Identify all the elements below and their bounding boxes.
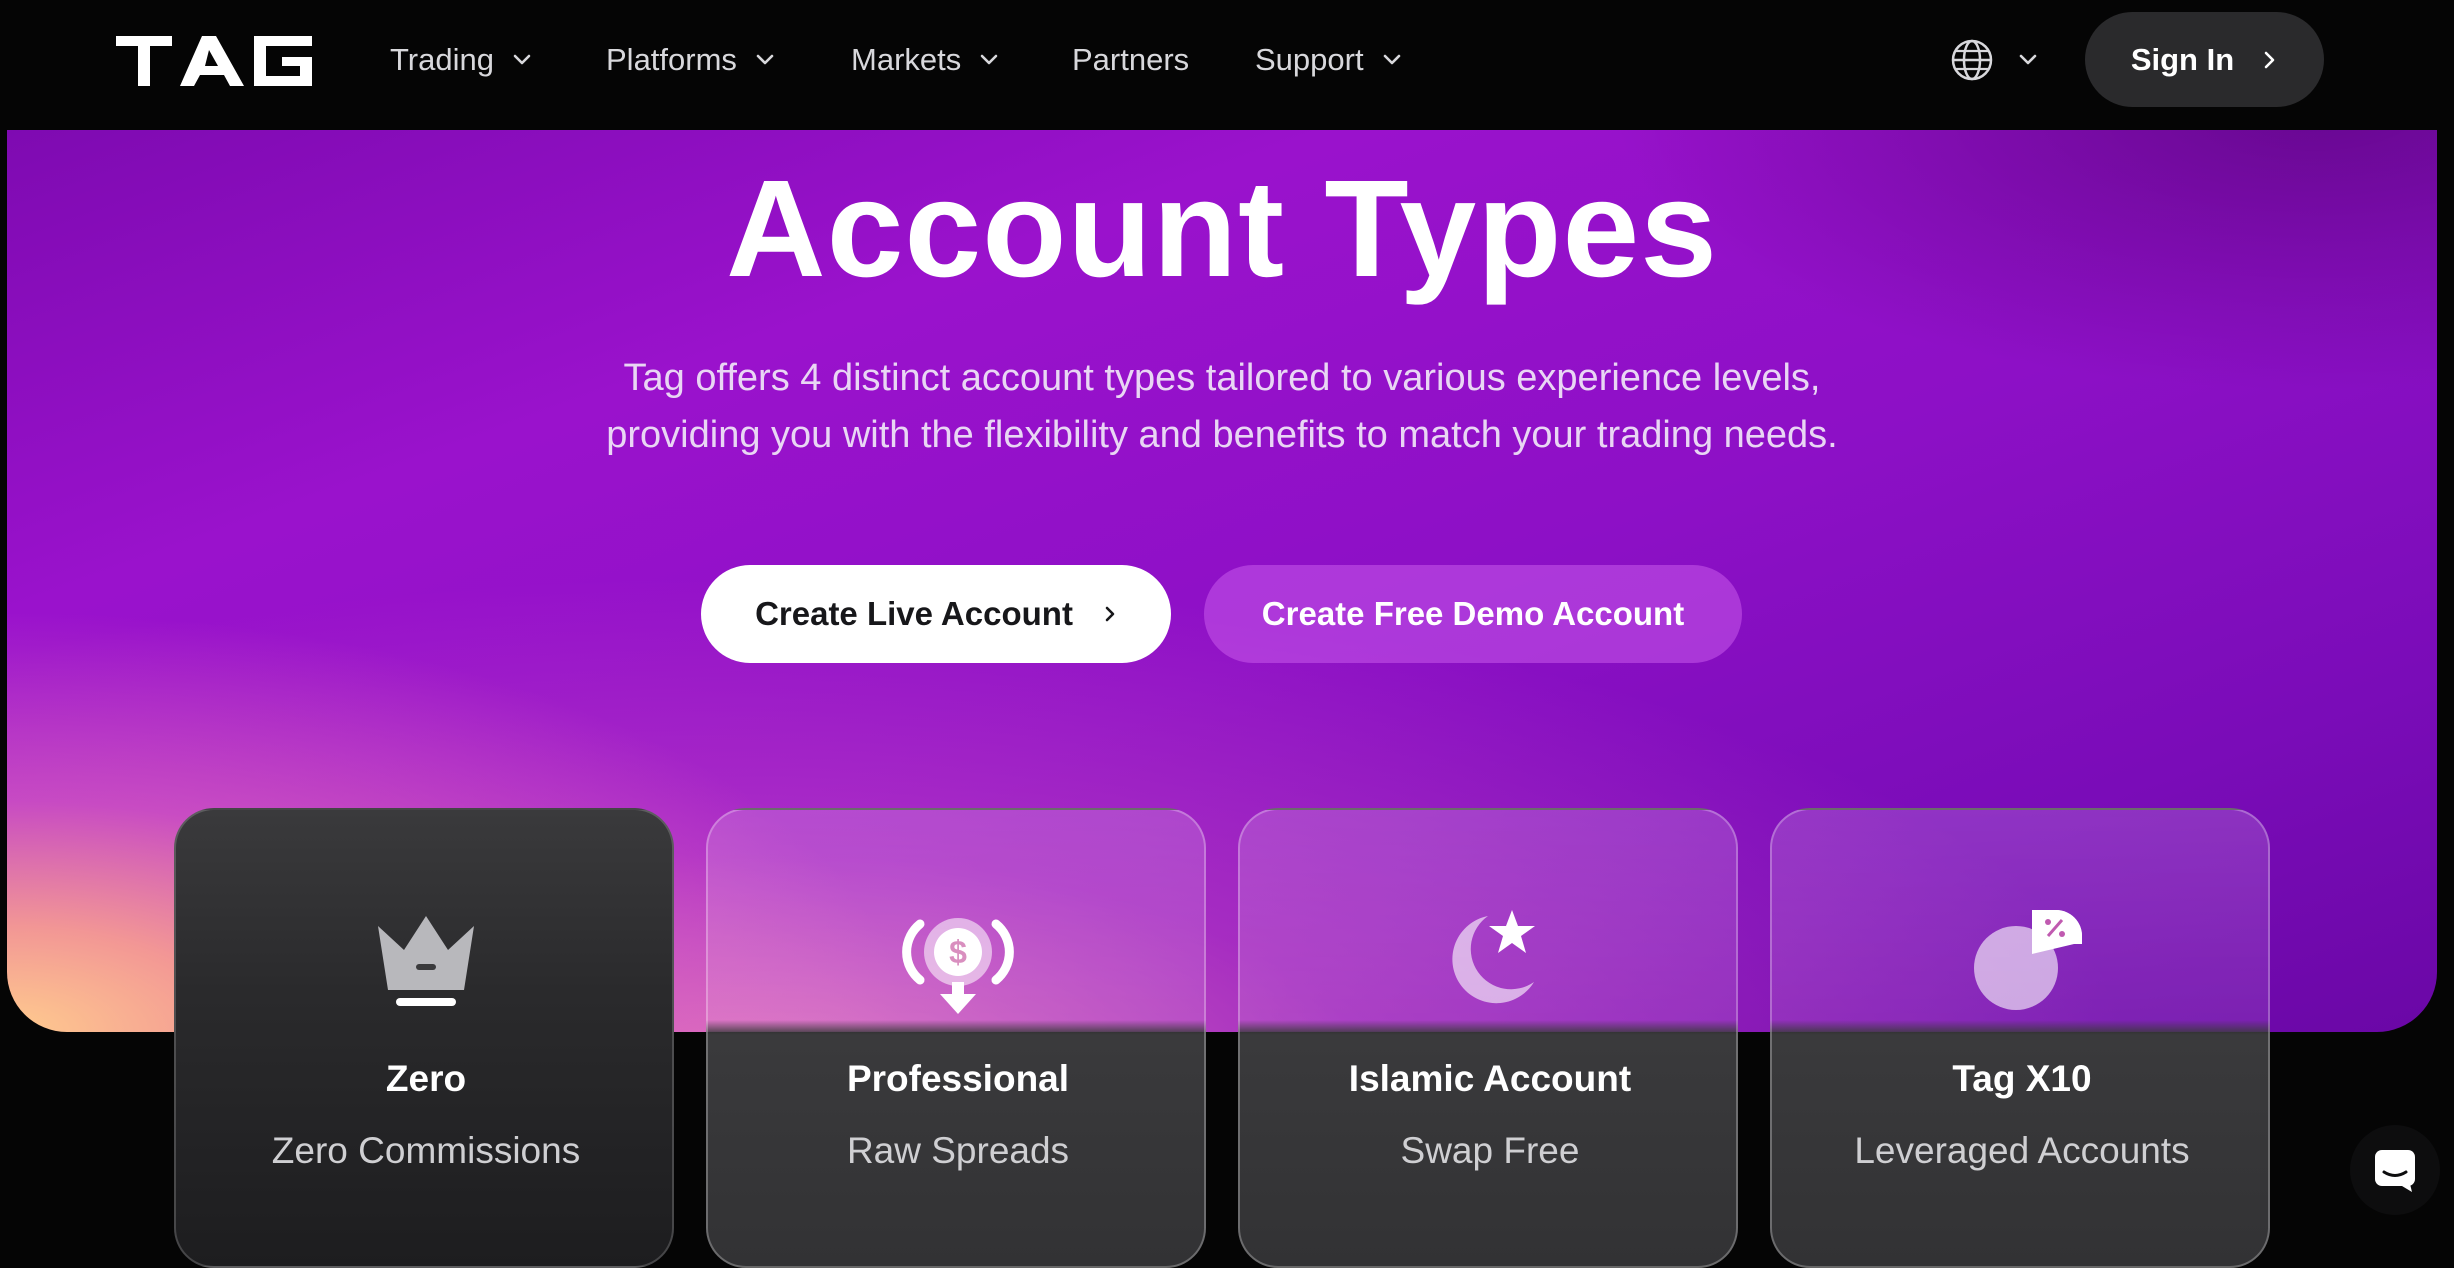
svg-text:$: $ xyxy=(949,934,967,970)
create-demo-account-button[interactable]: Create Free Demo Account xyxy=(1204,565,1742,663)
account-card-desc: Zero Commissions xyxy=(271,1130,581,1171)
nav-support[interactable]: Support xyxy=(1255,38,1402,82)
nav-platforms[interactable]: Platforms xyxy=(606,38,775,82)
crown-icon xyxy=(378,916,474,1006)
create-demo-account-label: Create Free Demo Account xyxy=(1261,595,1685,632)
top-navbar: Trading Platforms Markets Partners Suppo… xyxy=(0,0,2454,130)
chevron-down-icon xyxy=(2019,54,2037,65)
account-card-desc: Raw Spreads xyxy=(846,1130,1070,1171)
hero-subtitle: Tag offers 4 distinct account types tail… xyxy=(606,357,1838,456)
nav-trading[interactable]: Trading xyxy=(390,38,532,82)
chat-launcher-button[interactable] xyxy=(2350,1125,2440,1215)
account-card-zero[interactable]: Zero Zero Commissions xyxy=(174,808,674,1268)
account-card-desc: Swap Free xyxy=(1400,1130,1580,1171)
nav-markets[interactable]: Markets xyxy=(851,38,999,82)
tag-logo[interactable] xyxy=(116,36,312,86)
dollar-coin-icon: $ xyxy=(902,918,1014,1014)
account-card-title: Professional xyxy=(846,1058,1070,1099)
account-card-desc: Leveraged Accounts xyxy=(1854,1130,2190,1171)
nav-platforms-label: Platforms xyxy=(606,42,737,77)
nav-markets-label: Markets xyxy=(851,42,962,77)
chat-icon xyxy=(2375,1150,2415,1192)
chevron-right-icon xyxy=(2264,51,2275,68)
chevron-down-icon xyxy=(513,54,531,65)
moon-star-icon xyxy=(1452,910,1535,1004)
chevron-down-icon xyxy=(1383,54,1400,65)
account-card-islamic[interactable]: Islamic Account Swap Free xyxy=(1238,808,1738,1268)
sign-in-button[interactable]: Sign In xyxy=(2085,12,2324,107)
account-card-title: Tag X10 xyxy=(1952,1058,2092,1099)
account-card-tag-x10[interactable]: Tag X10 Leveraged Accounts xyxy=(1770,808,2270,1268)
chevron-down-icon xyxy=(756,54,774,65)
pie-percent-icon xyxy=(1974,910,2082,1010)
nav-support-label: Support xyxy=(1255,42,1364,77)
account-card-professional[interactable]: $ Professional Raw Spreads xyxy=(706,808,1206,1268)
language-selector[interactable] xyxy=(1950,36,2038,84)
sign-in-label: Sign In xyxy=(2130,41,2235,77)
nav-partners[interactable]: Partners xyxy=(1072,38,1189,82)
page-title: Account Types xyxy=(726,152,1718,306)
chevron-right-icon xyxy=(1105,606,1115,622)
create-live-account-label: Create Live Account xyxy=(755,595,1073,632)
account-card-title: Islamic Account xyxy=(1348,1058,1632,1099)
chevron-down-icon xyxy=(980,54,998,65)
create-live-account-button[interactable]: Create Live Account xyxy=(701,565,1171,663)
nav-partners-label: Partners xyxy=(1072,42,1190,77)
globe-icon xyxy=(1951,39,1993,81)
account-card-title: Zero xyxy=(385,1058,467,1099)
nav-trading-label: Trading xyxy=(390,42,494,77)
